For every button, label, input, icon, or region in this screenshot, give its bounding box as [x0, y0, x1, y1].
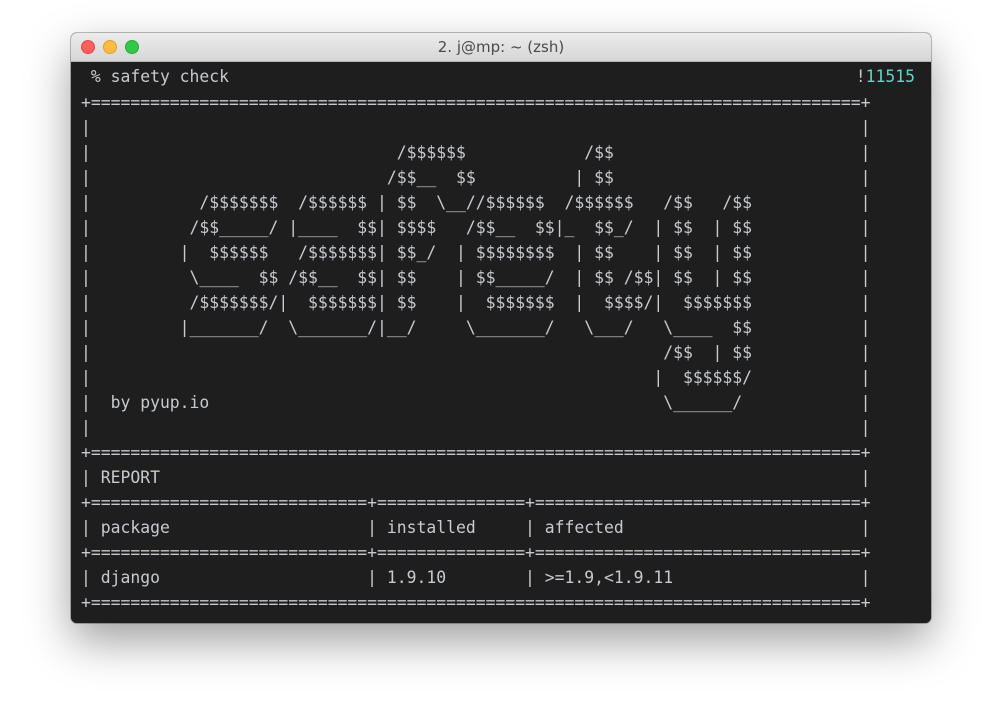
table-divider: +============================+==========…: [81, 492, 871, 512]
banner-line: | /$$$$$$$/| $$$$$$$| $$ | $$$$$$$ | $$$…: [81, 292, 871, 312]
terminal-window: 2. j@mp: ~ (zsh) % safety check !11515 +…: [71, 33, 931, 623]
banner-line: | \____ $$ /$$__ $$| $$ | $$_____/ | $$ …: [81, 267, 871, 287]
history-number: 11515: [865, 67, 915, 86]
title-bar[interactable]: 2. j@mp: ~ (zsh): [71, 33, 931, 62]
banner-line: | |: [81, 417, 871, 437]
report-heading: | REPORT |: [81, 467, 871, 487]
banner-line: | | $$$$$$/ |: [81, 367, 871, 387]
table-header-row: | package | installed | affected |: [81, 517, 871, 537]
window-title: 2. j@mp: ~ (zsh): [437, 38, 565, 56]
banner-line: +=======================================…: [81, 92, 871, 112]
banner-line: | /$$__ $$ | $$ |: [81, 167, 871, 187]
table-row: | django | 1.9.10 | >=1.9,<1.9.11 |: [81, 567, 871, 587]
table-divider: +=======================================…: [81, 592, 871, 612]
banner-line: | |: [81, 117, 871, 137]
terminal-output[interactable]: % safety check !11515 +=================…: [71, 62, 931, 623]
banner-line: | /$$$$$$$ /$$$$$$ | $$ \__//$$$$$$ /$$$…: [81, 192, 871, 212]
banner-line: +=======================================…: [81, 442, 871, 462]
banner-line: | | $$$$$$ /$$$$$$$| $$_/ | $$$$$$$$ | $…: [81, 242, 871, 262]
banner-line: | /$$_____/ |____ $$| $$$$ /$$__ $$|_ $$…: [81, 217, 871, 237]
banner-line: | /$$$$$$ /$$ |: [81, 142, 871, 162]
history-bang: !: [855, 67, 866, 86]
table-divider: +============================+==========…: [81, 542, 871, 562]
banner-line: | /$$ | $$ |: [81, 342, 871, 362]
banner-byline: | by pyup.io \______/ |: [81, 392, 871, 412]
banner-line: | |_______/ \_______/|__/ \_______/ \___…: [81, 317, 871, 337]
history-indicator: !11515: [856, 64, 915, 89]
prompt-command: % safety check: [81, 67, 230, 86]
